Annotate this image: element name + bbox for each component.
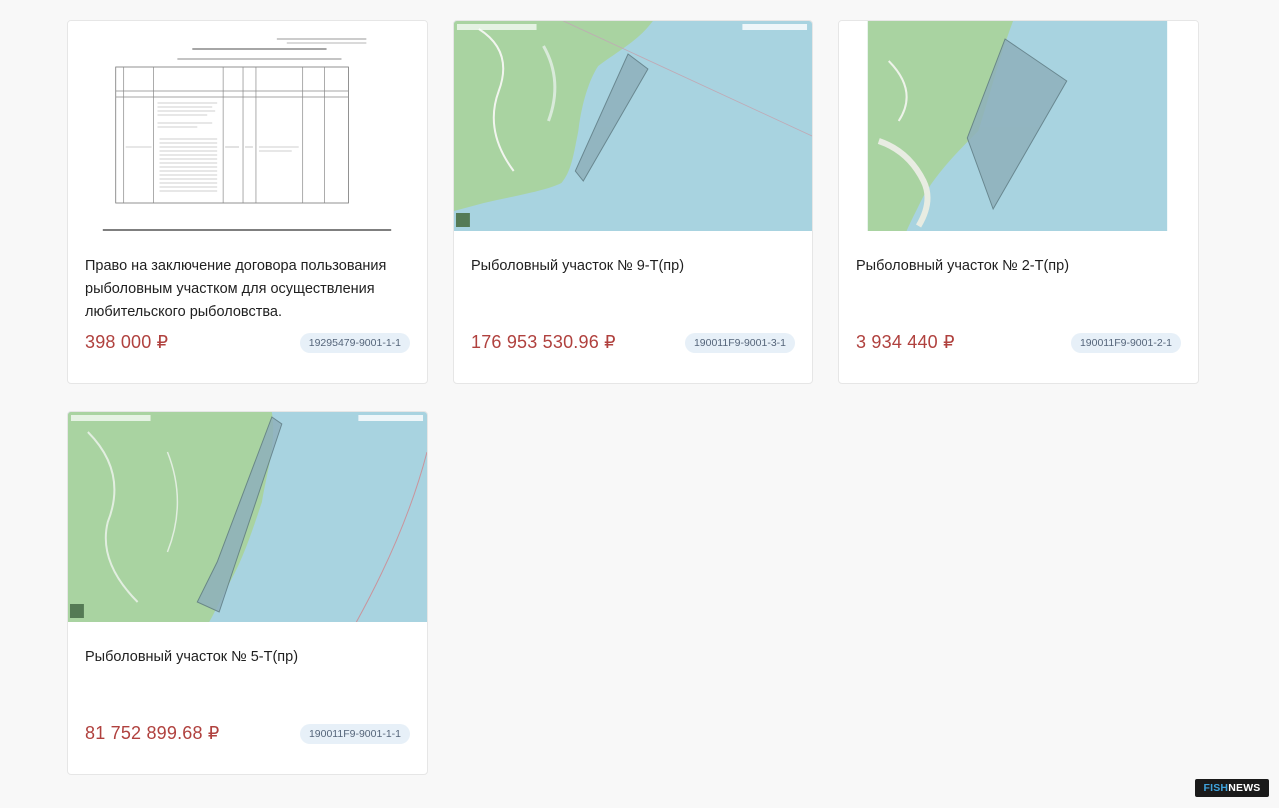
lot-id-badge: 190011F9-9001-2-1 bbox=[1070, 333, 1181, 353]
lot-card[interactable]: Право на заключение договора пользования… bbox=[67, 20, 428, 384]
lot-price: 176 953 530.96 ₽ bbox=[471, 332, 616, 352]
lot-card[interactable]: Рыболовный участок № 2-Т(пр) 3 934 440 ₽… bbox=[838, 20, 1199, 384]
map-image bbox=[68, 412, 427, 622]
fishnews-watermark: FISHNEWS bbox=[1195, 779, 1269, 797]
map-image bbox=[839, 21, 1198, 231]
lot-price: 3 934 440 ₽ bbox=[856, 332, 955, 352]
watermark-fish: FISH bbox=[1203, 782, 1229, 794]
lot-card[interactable]: Рыболовный участок № 5-Т(пр) 81 752 899.… bbox=[67, 411, 428, 775]
lot-id-badge: 190011F9-9001-1-1 bbox=[299, 724, 410, 744]
lot-id-badge: 190011F9-9001-3-1 bbox=[684, 333, 795, 353]
lot-price: 81 752 899.68 ₽ bbox=[85, 723, 220, 743]
lot-card[interactable]: Рыболовный участок № 9-Т(пр) 176 953 530… bbox=[453, 20, 813, 384]
lot-price: 398 000 ₽ bbox=[85, 332, 169, 352]
lot-title[interactable]: Рыболовный участок № 2-Т(пр) bbox=[856, 255, 1181, 278]
lot-id-badge: 19295479-9001-1-1 bbox=[299, 333, 410, 353]
lots-grid: Право на заключение договора пользования… bbox=[67, 20, 1199, 775]
lot-thumbnail[interactable] bbox=[839, 21, 1198, 231]
lot-thumbnail[interactable] bbox=[68, 412, 427, 622]
map-image bbox=[454, 21, 812, 231]
lot-title[interactable]: Право на заключение договора пользования… bbox=[85, 255, 410, 324]
lot-title[interactable]: Рыболовный участок № 5-Т(пр) bbox=[85, 646, 410, 669]
watermark-news: NEWS bbox=[1228, 782, 1261, 794]
document-scan-image bbox=[68, 21, 427, 231]
lot-title[interactable]: Рыболовный участок № 9-Т(пр) bbox=[471, 255, 795, 278]
lot-thumbnail[interactable] bbox=[454, 21, 812, 231]
lot-thumbnail[interactable] bbox=[68, 21, 427, 231]
